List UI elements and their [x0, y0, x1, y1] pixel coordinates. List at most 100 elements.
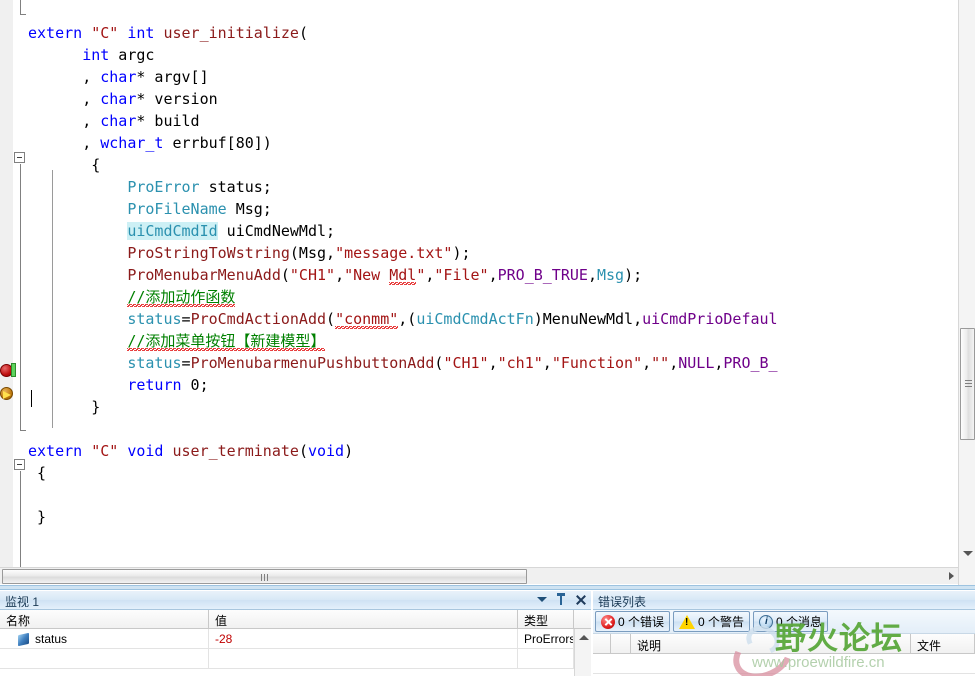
- table-row-empty[interactable]: [0, 649, 591, 669]
- code-text[interactable]: extern "C" int user_initialize( int argc…: [28, 0, 778, 528]
- code-token: ,: [82, 134, 101, 152]
- scroll-grip-icon: [260, 574, 269, 581]
- code-token: void: [127, 442, 164, 460]
- watch-cell-type: ProErrors: [518, 629, 574, 648]
- code-token: Msg: [596, 266, 625, 284]
- errors-filter-button[interactable]: 0 个错误: [595, 611, 671, 632]
- watch-cell-value[interactable]: -28: [209, 629, 518, 648]
- pin-icon[interactable]: [556, 593, 566, 605]
- code-line[interactable]: , wchar_t errbuf[80]): [28, 132, 778, 154]
- code-line[interactable]: ProFileName Msg;: [28, 198, 778, 220]
- error-col-icon[interactable]: [593, 634, 611, 653]
- watch-cell-empty-value[interactable]: [209, 649, 518, 668]
- watch-grid[interactable]: 名称 值 类型 status -28 ProErrors: [0, 610, 591, 676]
- code-line[interactable]: [28, 418, 778, 440]
- code-token: ,: [587, 266, 597, 284]
- close-icon[interactable]: [575, 594, 586, 605]
- code-surface[interactable]: extern "C" int user_initialize( int argc…: [0, 0, 958, 568]
- code-line[interactable]: [28, 484, 778, 506]
- code-editor[interactable]: extern "C" int user_initialize( int argc…: [0, 0, 975, 585]
- code-line[interactable]: int argc: [28, 44, 778, 66]
- error-col-index[interactable]: [611, 634, 631, 653]
- code-line[interactable]: ProMenubarMenuAdd("CH1","New Mdl","File"…: [28, 264, 778, 286]
- scroll-up-arrow-icon[interactable]: [579, 635, 589, 640]
- code-token: }: [91, 398, 101, 416]
- code-line[interactable]: status=ProMenubarmenuPushbuttonAdd("CH1"…: [28, 352, 777, 374]
- code-line[interactable]: {: [28, 462, 778, 484]
- code-line[interactable]: return 0;: [28, 374, 778, 396]
- code-token: ,: [335, 266, 345, 284]
- code-token: );: [624, 266, 643, 284]
- code-token: * build: [136, 112, 200, 130]
- code-line[interactable]: extern "C" int user_initialize(: [28, 22, 778, 44]
- code-line[interactable]: status=ProCmdActionAdd("conmm",(uiCmdCmd…: [28, 308, 778, 330]
- code-line[interactable]: }: [28, 396, 778, 418]
- watch-col-type[interactable]: 类型: [518, 610, 574, 628]
- code-token: "CH1": [443, 354, 489, 372]
- code-line[interactable]: [28, 0, 778, 22]
- watch-vertical-scrollbar[interactable]: [574, 629, 591, 676]
- code-token: ProStringToWstring: [127, 244, 290, 262]
- code-line[interactable]: }: [28, 506, 778, 528]
- watch-col-value[interactable]: 值: [209, 610, 518, 628]
- code-line[interactable]: uiCmdCmdId uiCmdNewMdl;: [28, 220, 778, 242]
- code-line[interactable]: ProStringToWstring(Msg,"message.txt");: [28, 242, 778, 264]
- code-token: "ch1": [497, 354, 543, 372]
- watch-col-name[interactable]: 名称: [0, 610, 209, 628]
- code-token: ,: [488, 266, 498, 284]
- code-line[interactable]: {: [28, 154, 778, 176]
- outline-guide-user-terminate: [20, 471, 21, 568]
- outline-guide-user-initialize-end: [20, 430, 26, 431]
- code-line[interactable]: //添加菜单按钮【新建模型】: [28, 330, 778, 352]
- editor-hscroll-thumb[interactable]: [2, 569, 527, 584]
- errors-filter-label: 0 个错误: [618, 615, 665, 629]
- code-line[interactable]: ProError status;: [28, 176, 778, 198]
- watch-panel-titlebar[interactable]: 监视 1: [0, 591, 591, 610]
- chevron-down-icon[interactable]: [537, 596, 547, 602]
- messages-filter-button[interactable]: 0 个消息: [753, 611, 829, 632]
- code-token: * version: [136, 90, 218, 108]
- warnings-filter-button[interactable]: 0 个警告: [673, 611, 751, 632]
- code-line[interactable]: , char* argv[]: [28, 66, 778, 88]
- error-col-description[interactable]: 说明: [631, 634, 911, 653]
- code-token: {: [37, 464, 47, 482]
- code-line[interactable]: , char* version: [28, 88, 778, 110]
- collapse-box-user-terminate[interactable]: [14, 459, 25, 470]
- code-token: uiCmdPrioDefaul: [642, 310, 778, 328]
- code-line[interactable]: //添加动作函数: [28, 286, 778, 308]
- code-token: status: [127, 310, 182, 328]
- scroll-right-arrow-icon[interactable]: [949, 572, 954, 580]
- error-list-toolbar[interactable]: 0 个错误 0 个警告 0 个消息: [593, 610, 975, 634]
- watch-cell-name[interactable]: status: [0, 629, 209, 648]
- editor-vscroll-thumb[interactable]: [960, 328, 975, 440]
- scroll-down-arrow-icon[interactable]: [963, 551, 973, 556]
- code-line[interactable]: extern "C" void user_terminate(void): [28, 440, 778, 462]
- error-list-titlebar[interactable]: 错误列表: [593, 591, 975, 610]
- table-row[interactable]: status -28 ProErrors: [0, 629, 591, 649]
- messages-filter-label: 0 个消息: [776, 615, 823, 629]
- code-token: ,: [488, 354, 498, 372]
- error-col-file[interactable]: 文件: [911, 634, 975, 653]
- watch-cell-empty-name[interactable]: [0, 649, 209, 668]
- code-token: char: [100, 68, 137, 86]
- code-token: ProMenubarMenuAdd: [127, 266, 281, 284]
- dock-splitter[interactable]: [0, 585, 975, 590]
- error-list-body[interactable]: 0 个错误 0 个警告 0 个消息 说明 文件: [593, 610, 975, 676]
- code-token: ,: [82, 68, 101, 86]
- code-line[interactable]: , char* build: [28, 110, 778, 132]
- current-statement-marker[interactable]: [0, 387, 13, 400]
- code-token: );: [452, 244, 471, 262]
- collapse-box-user-initialize[interactable]: [14, 152, 25, 163]
- editor-horizontal-scrollbar[interactable]: [0, 567, 958, 584]
- error-list-empty-row[interactable]: [593, 654, 975, 674]
- error-list-grid-header: 说明 文件: [593, 634, 975, 654]
- editor-vertical-scrollbar[interactable]: [958, 0, 975, 585]
